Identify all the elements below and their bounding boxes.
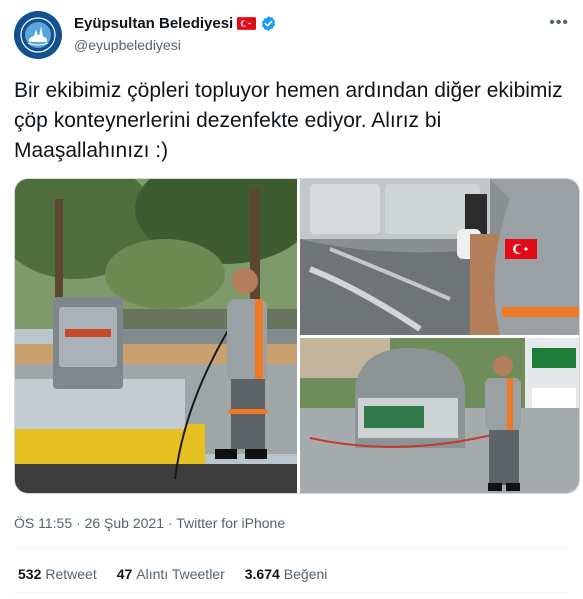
engagement-stats: 532 Retweet 47 Alıntı Tweetler 3.674 Beğeni bbox=[18, 566, 347, 582]
tweet-text: Bir ekibimiz çöpleri topluyor hemen ardı… bbox=[14, 79, 563, 162]
tweet-source[interactable]: Twitter for iPhone bbox=[176, 515, 285, 531]
quote-stat[interactable]: 47 Alıntı Tweetler bbox=[117, 566, 225, 582]
quote-label: Alıntı Tweetler bbox=[136, 566, 225, 582]
verified-badge-icon bbox=[262, 16, 276, 31]
retweet-label: Retweet bbox=[45, 566, 97, 582]
author-name-row: Eyüpsultan Belediyesi bbox=[74, 15, 277, 32]
turkey-flag-icon bbox=[237, 17, 257, 30]
tweet-meta: ÖS 11:55 · 26 Şub 2021 · Twitter for iPh… bbox=[14, 515, 285, 531]
tweet: ••• Eyüpsultan Belediyesi @eyupbelediyes… bbox=[0, 0, 583, 599]
photo-closeup-flag-patch[interactable] bbox=[300, 179, 579, 335]
tweet-date[interactable]: 26 Şub 2021 bbox=[85, 515, 164, 531]
like-stat[interactable]: 3.674 Beğeni bbox=[245, 566, 328, 582]
meta-separator: · bbox=[76, 515, 81, 531]
photo-worker-next-to-bin[interactable] bbox=[300, 338, 579, 493]
media-grid[interactable] bbox=[14, 178, 580, 494]
municipality-logo-icon bbox=[14, 11, 62, 59]
more-options-icon[interactable]: ••• bbox=[549, 14, 569, 32]
quote-count: 47 bbox=[116, 566, 133, 582]
like-label: Beğeni bbox=[283, 566, 328, 582]
retweet-stat[interactable]: 532 Retweet bbox=[18, 566, 97, 582]
divider bbox=[14, 592, 569, 593]
retweet-count: 532 bbox=[18, 566, 42, 582]
user-handle[interactable]: @eyupbelediyesi bbox=[74, 37, 181, 53]
display-name[interactable]: Eyüpsultan Belediyesi bbox=[74, 15, 233, 32]
tweet-time[interactable]: ÖS 11:55 bbox=[14, 515, 72, 531]
divider bbox=[14, 547, 569, 548]
avatar[interactable] bbox=[14, 11, 62, 59]
photo-worker-washing-bin[interactable] bbox=[15, 179, 297, 493]
like-count: 3.674 bbox=[244, 566, 280, 582]
meta-separator: · bbox=[167, 515, 173, 531]
